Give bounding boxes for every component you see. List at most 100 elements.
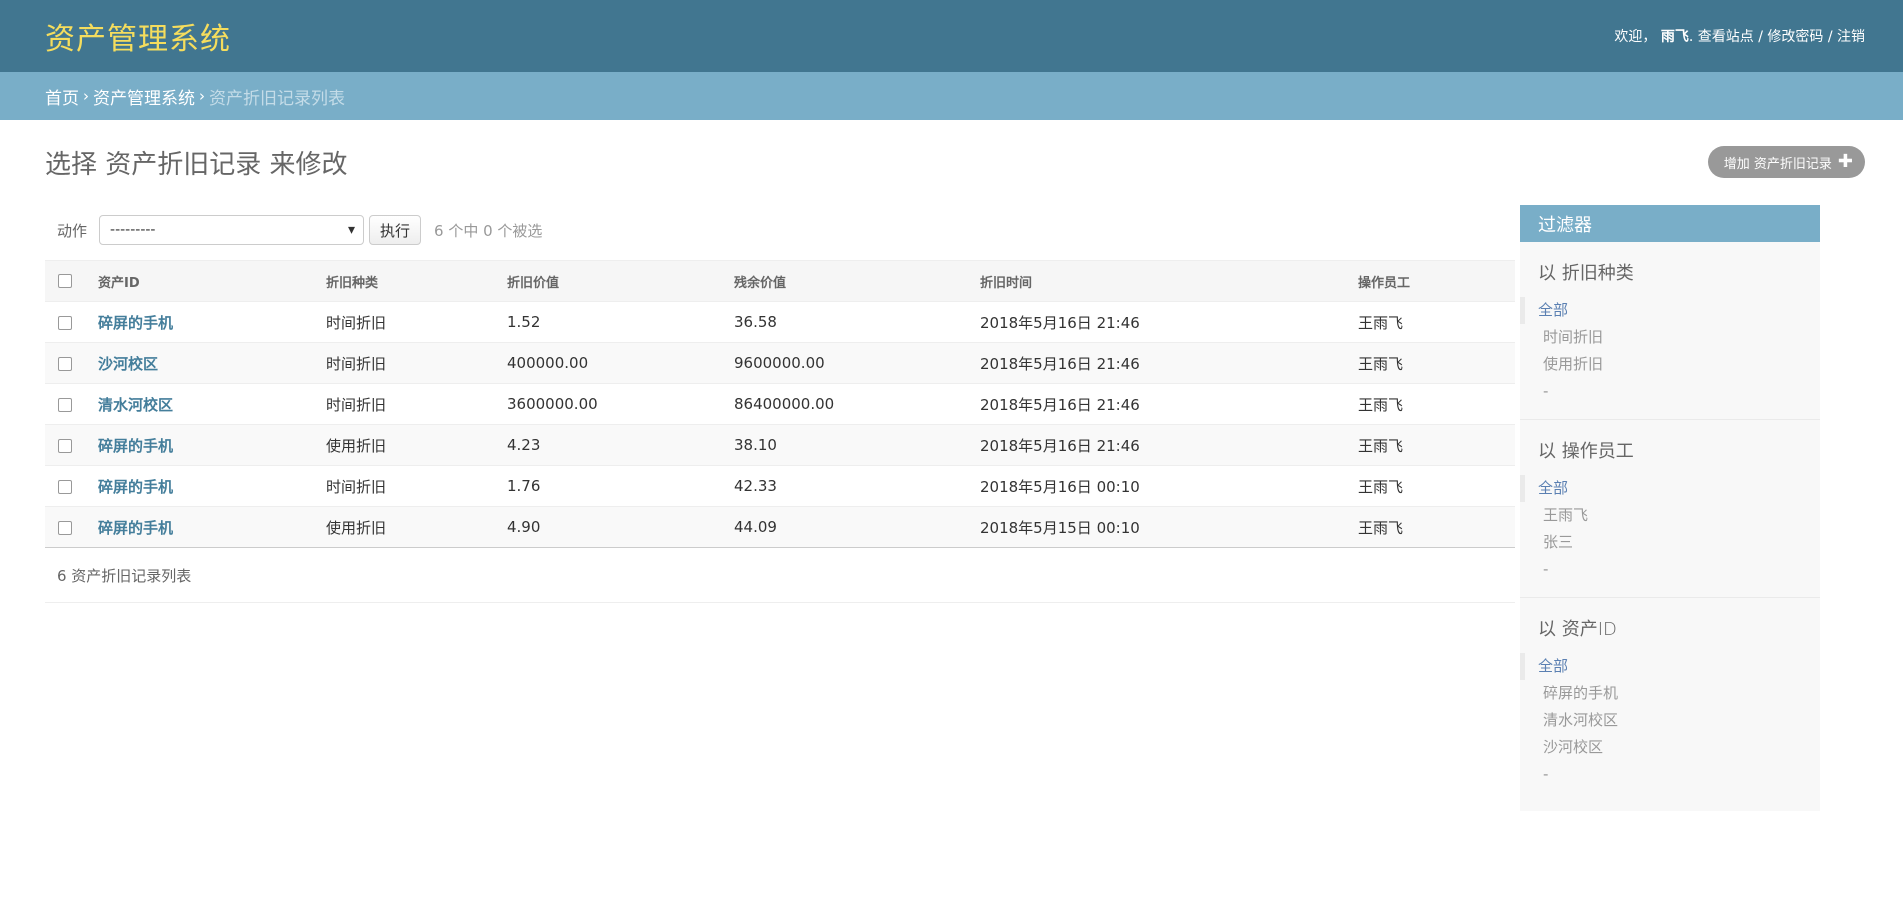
filter-option[interactable]: 时间折旧 xyxy=(1520,324,1820,351)
cell-time: 2018年5月16日 21:46 xyxy=(977,342,1355,384)
asset-link[interactable]: 清水河校区 xyxy=(98,396,173,414)
cell-type: 使用折旧 xyxy=(323,424,504,466)
filter-section-type: 以 折旧种类 全部 时间折旧 使用折旧 - xyxy=(1520,242,1820,420)
cell-value: 4.23 xyxy=(504,424,731,466)
filter-section-asset: 以 资产ID 全部 碎屏的手机 清水河校区 沙河校区 - xyxy=(1520,598,1820,802)
cell-residual: 42.33 xyxy=(731,465,977,507)
plus-icon: ✚ xyxy=(1837,151,1853,172)
filter-option[interactable]: 全部 xyxy=(1520,297,1820,324)
filter-option[interactable]: - xyxy=(1520,761,1820,788)
go-button[interactable]: 执行 xyxy=(369,215,422,245)
col-depreciation-value[interactable]: 折旧价值 xyxy=(504,260,731,302)
cell-operator: 王雨飞 xyxy=(1355,424,1515,466)
filter-option[interactable]: - xyxy=(1520,556,1820,583)
cell-residual: 36.58 xyxy=(731,301,977,343)
cell-time: 2018年5月16日 21:46 xyxy=(977,383,1355,425)
cell-operator: 王雨飞 xyxy=(1355,342,1515,384)
row-checkbox[interactable] xyxy=(58,438,72,453)
action-select-value: --------- xyxy=(110,222,156,238)
row-checkbox[interactable] xyxy=(58,397,72,412)
cell-residual: 38.10 xyxy=(731,424,977,466)
asset-link[interactable]: 碎屏的手机 xyxy=(98,478,173,496)
row-checkbox[interactable] xyxy=(58,356,72,371)
asset-link[interactable]: 碎屏的手机 xyxy=(98,437,173,455)
col-depreciation-type[interactable]: 折旧种类 xyxy=(323,260,504,302)
cell-operator: 王雨飞 xyxy=(1355,506,1515,548)
breadcrumb-current: 资产折旧记录列表 xyxy=(209,88,345,109)
table-row: 清水河校区 时间折旧 3600000.00 86400000.00 2018年5… xyxy=(45,383,1515,425)
asset-link[interactable]: 碎屏的手机 xyxy=(98,519,173,537)
row-checkbox[interactable] xyxy=(58,479,72,494)
cell-residual: 9600000.00 xyxy=(731,342,977,384)
col-depreciation-time[interactable]: 折旧时间 xyxy=(977,260,1355,302)
dropdown-arrow-icon: ▾ xyxy=(347,222,356,238)
add-button-label: 增加 资产折旧记录 xyxy=(1723,156,1832,172)
add-record-button[interactable]: 增加 资产折旧记录 ✚ xyxy=(1707,146,1865,178)
filter-panel: 过滤器 以 折旧种类 全部 时间折旧 使用折旧 - 以 操作员工 全部 王雨飞 … xyxy=(1520,205,1820,811)
cell-residual: 44.09 xyxy=(731,506,977,548)
filter-heading: 以 操作员工 xyxy=(1538,441,1634,462)
cell-time: 2018年5月16日 00:10 xyxy=(977,465,1355,507)
cell-value: 4.90 xyxy=(504,506,731,548)
view-site-link[interactable]: 查看站点 xyxy=(1698,29,1754,45)
cell-time: 2018年5月16日 21:46 xyxy=(977,424,1355,466)
cell-value: 3600000.00 xyxy=(504,383,731,425)
user-tools: 欢迎， 雨飞. 查看站点 / 修改密码 / 注销 xyxy=(1614,29,1865,45)
actions-label: 动作 xyxy=(57,221,88,240)
cell-value: 1.76 xyxy=(504,465,731,507)
header: 资产管理系统 欢迎， 雨飞. 查看站点 / 修改密码 / 注销 xyxy=(0,0,1903,72)
cell-value: 400000.00 xyxy=(504,342,731,384)
breadcrumb-home[interactable]: 首页 xyxy=(45,84,79,109)
actions-bar: 动作 --------- ▾ 执行 6 个中 0 个被选 xyxy=(45,208,1515,252)
cell-operator: 王雨飞 xyxy=(1355,301,1515,343)
cell-time: 2018年5月16日 21:46 xyxy=(977,301,1355,343)
cell-type: 时间折旧 xyxy=(323,342,504,384)
cell-type: 时间折旧 xyxy=(323,383,504,425)
cell-type: 使用折旧 xyxy=(323,506,504,548)
changelist: 动作 --------- ▾ 执行 6 个中 0 个被选 资产ID 折旧种类 折… xyxy=(45,208,1515,603)
filter-option[interactable]: 沙河校区 xyxy=(1520,734,1820,761)
results-table: 资产ID 折旧种类 折旧价值 残余价值 折旧时间 操作员工 碎屏的手机 时间折旧… xyxy=(45,260,1515,548)
filter-option[interactable]: 碎屏的手机 xyxy=(1520,680,1820,707)
filter-option[interactable]: 全部 xyxy=(1520,475,1820,502)
col-asset-id[interactable]: 资产ID xyxy=(95,260,323,302)
breadcrumb-app[interactable]: 资产管理系统 xyxy=(93,84,195,109)
asset-link[interactable]: 沙河校区 xyxy=(98,355,158,373)
filter-option[interactable]: 全部 xyxy=(1520,653,1820,680)
breadcrumb: 首页 › 资产管理系统 › 资产折旧记录列表 xyxy=(0,72,1903,120)
filter-option[interactable]: 张三 xyxy=(1520,529,1820,556)
select-all-cell xyxy=(45,260,95,302)
filter-option[interactable]: - xyxy=(1520,378,1820,405)
selection-counter: 6 个中 0 个被选 xyxy=(434,221,543,240)
col-operator[interactable]: 操作员工 xyxy=(1355,260,1515,302)
table-row: 碎屏的手机 使用折旧 4.90 44.09 2018年5月15日 00:10 王… xyxy=(45,506,1515,548)
site-name[interactable]: 资产管理系统 xyxy=(45,14,231,58)
change-password-link[interactable]: 修改密码 xyxy=(1767,29,1823,45)
col-residual-value[interactable]: 残余价值 xyxy=(731,260,977,302)
cell-time: 2018年5月15日 00:10 xyxy=(977,506,1355,548)
cell-type: 时间折旧 xyxy=(323,301,504,343)
logout-link[interactable]: 注销 xyxy=(1837,29,1865,45)
page-title: 选择 资产折旧记录 来修改 xyxy=(45,150,348,180)
table-row: 碎屏的手机 时间折旧 1.52 36.58 2018年5月16日 21:46 王… xyxy=(45,301,1515,343)
asset-link[interactable]: 碎屏的手机 xyxy=(98,314,173,332)
table-row: 碎屏的手机 使用折旧 4.23 38.10 2018年5月16日 21:46 王… xyxy=(45,424,1515,466)
cell-operator: 王雨飞 xyxy=(1355,383,1515,425)
filter-section-operator: 以 操作员工 全部 王雨飞 张三 - xyxy=(1520,420,1820,598)
table-row: 碎屏的手机 时间折旧 1.76 42.33 2018年5月16日 00:10 王… xyxy=(45,465,1515,507)
filter-heading: 以 折旧种类 xyxy=(1538,263,1634,284)
filter-option[interactable]: 王雨飞 xyxy=(1520,502,1820,529)
action-select[interactable]: --------- ▾ xyxy=(99,215,365,245)
table-header-row: 资产ID 折旧种类 折旧价值 残余价值 折旧时间 操作员工 xyxy=(45,260,1515,302)
cell-operator: 王雨飞 xyxy=(1355,465,1515,507)
select-all-checkbox[interactable] xyxy=(58,274,72,288)
table-row: 沙河校区 时间折旧 400000.00 9600000.00 2018年5月16… xyxy=(45,342,1515,384)
cell-type: 时间折旧 xyxy=(323,465,504,507)
welcome-text: 欢迎， xyxy=(1614,29,1657,45)
filter-title: 过滤器 xyxy=(1520,205,1820,242)
paginator: 6 资产折旧记录列表 xyxy=(45,548,1515,603)
row-checkbox[interactable] xyxy=(58,520,72,535)
row-checkbox[interactable] xyxy=(58,315,72,330)
filter-option[interactable]: 清水河校区 xyxy=(1520,707,1820,734)
filter-option[interactable]: 使用折旧 xyxy=(1520,351,1820,378)
